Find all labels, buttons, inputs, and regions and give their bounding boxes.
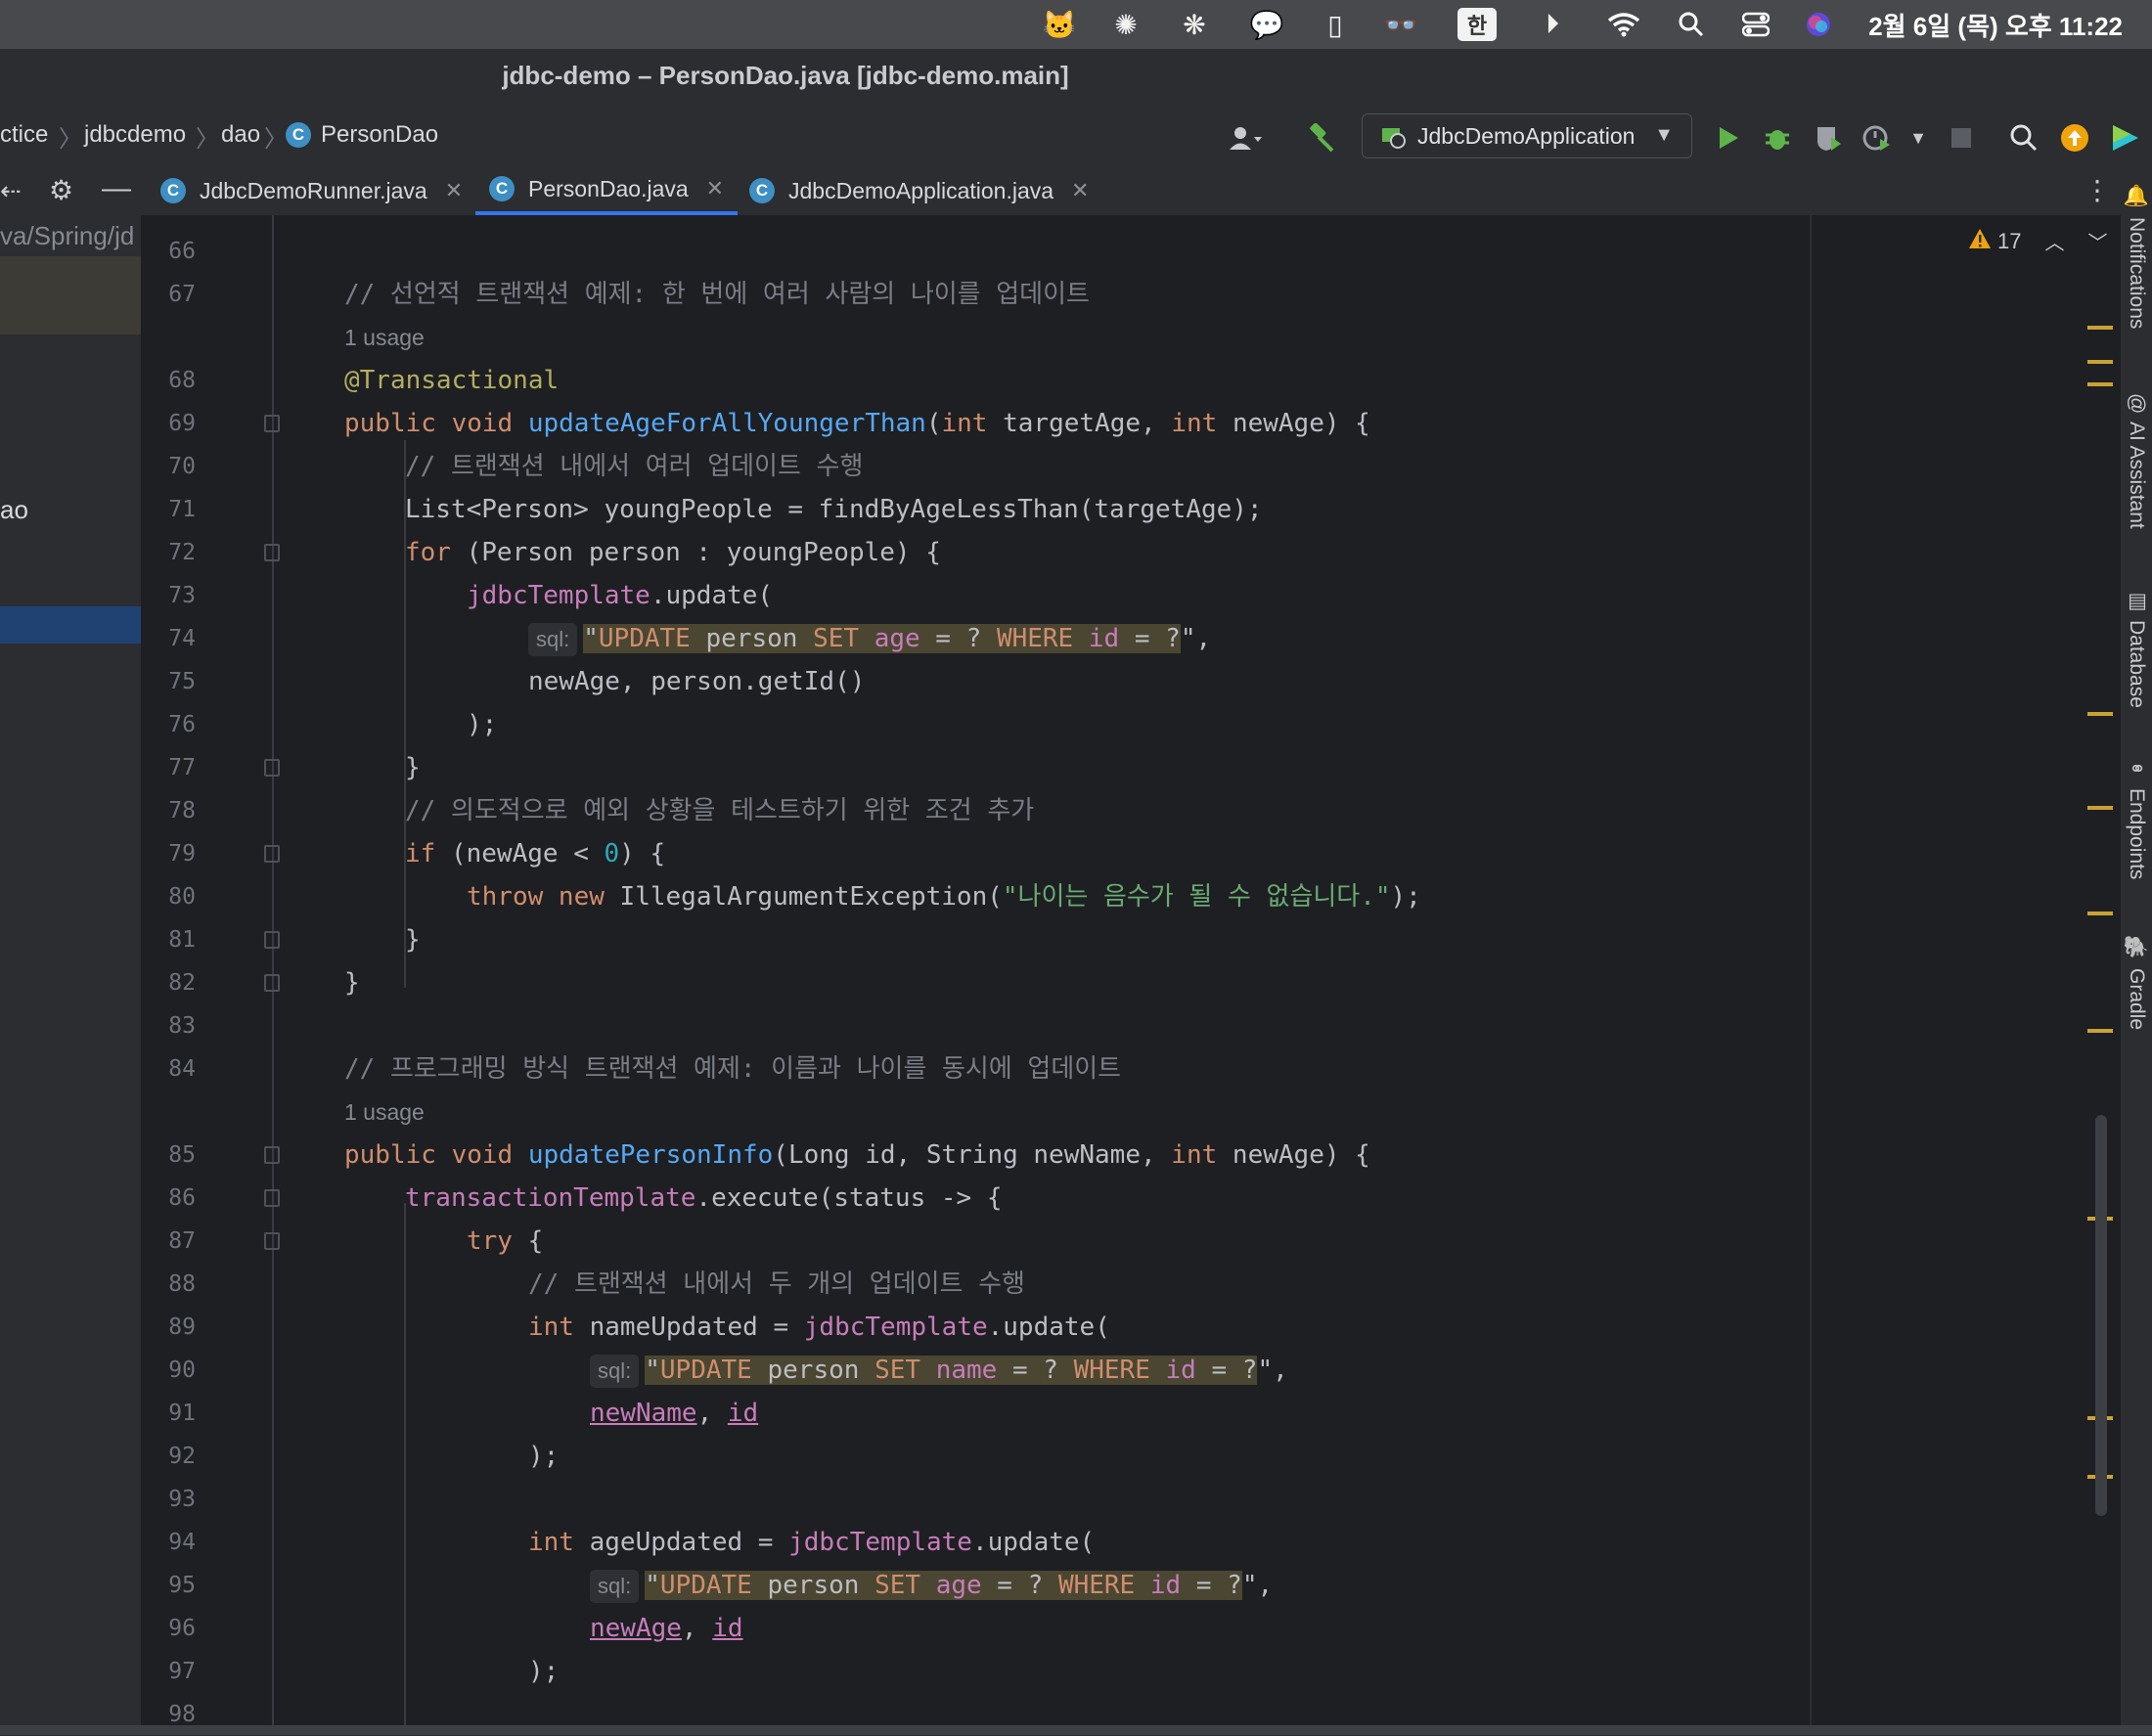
tab-label: JdbcDemoApplication.java [788,177,1054,203]
update-icon[interactable] [2058,121,2091,155]
tool-label: Endpoints [2126,788,2148,880]
warning-stripe-mark[interactable] [2087,360,2113,364]
database-icon: ▤ [2126,589,2148,612]
minimize-icon[interactable]: — [102,172,131,205]
tab-jdbcdemorunner[interactable]: C JdbcDemoRunner.java ✕ [160,166,463,215]
class-icon: C [489,176,515,201]
warning-icon [1968,228,1992,255]
close-icon[interactable]: ✕ [445,178,463,203]
spring-class-icon: C [749,178,775,203]
spring-app-icon [1380,124,1408,155]
build-hammer-icon[interactable] [1305,121,1338,155]
breadcrumb-item[interactable]: dao [221,121,260,149]
wifi-icon[interactable] [1604,8,1643,41]
code-editor[interactable] [288,215,2121,1725]
project-panel: va/Spring/jd ao [0,215,141,1735]
window-titlebar: jdbc-demo – PersonDao.java [jdbc-demo.ma… [0,49,2152,108]
stop-icon[interactable] [1945,121,1978,155]
run-configuration-selector[interactable]: JdbcDemoApplication ▼ [1362,113,1692,158]
warning-stripe-mark[interactable] [2087,326,2113,330]
macos-menubar: 🐱 ✺ ❋ 💬 ▯ 👓 한 ⏵ 2월 6일 (목) 오후 11:22 [0,0,2152,49]
project-path[interactable]: va/Spring/jd [0,221,134,251]
tool-label: AI Assistant [2126,422,2148,530]
tool-label: Database [2126,620,2148,708]
project-tree-item[interactable]: ao [0,495,28,525]
breadcrumb-item[interactable]: PersonDao [321,121,438,149]
run-configuration-label: JdbcDemoApplication [1417,123,1636,149]
gear-icon[interactable]: ⚙ [49,174,73,206]
chevron-down-icon: ▼ [1654,124,1674,146]
inspection-widget[interactable]: 17 ︿ ﹀ [1968,227,2107,255]
tool-ai-assistant[interactable]: @ AI Assistant [2121,393,2152,559]
note-icon[interactable]: ▯ [1319,8,1352,41]
line-number-gutter [141,215,288,1725]
ai-icon: @ [2126,393,2148,415]
close-icon[interactable]: ✕ [1071,178,1089,203]
search-icon[interactable] [2007,121,2040,155]
openai-icon[interactable]: ✺ [1109,8,1143,41]
debug-icon[interactable] [1761,121,1794,155]
right-tool-strip: 🔔 Notifications @ AI Assistant ▤ Database ⚭… [2121,166,2152,1735]
breadcrumb-separator: 〉 [196,126,219,153]
profiler-icon[interactable] [1861,121,1894,155]
warning-stripe-mark[interactable] [2087,382,2113,386]
tab-jdbcdemoapplication[interactable]: C JdbcDemoApplication.java ✕ [749,166,1089,215]
endpoints-icon: ⚭ [2126,757,2148,780]
more-run-options-icon[interactable]: ▼ [1902,121,1935,155]
spotlight-icon[interactable] [1675,8,1708,41]
class-icon: C [160,178,186,203]
warning-stripe-mark[interactable] [2087,806,2113,810]
previous-highlight-icon[interactable]: ︿ [2044,227,2064,255]
class-icon: C [286,119,311,148]
right-margin-guide [1810,215,1812,1725]
breadcrumb-item[interactable]: ctice [0,121,48,149]
next-highlight-icon[interactable]: ﹀ [2087,227,2107,255]
tool-label: Notifications [2126,216,2148,330]
gradle-icon: 🐘 [2126,935,2148,960]
tab-label: PersonDao.java [528,175,689,201]
window-title: jdbc-demo – PersonDao.java [jdbc-demo.ma… [502,61,1069,90]
menubar-clock[interactable]: 2월 6일 (목) 오후 11:22 [1868,7,2123,43]
breadcrumb-item[interactable]: jdbcdemo [84,121,186,149]
warning-stripe-mark[interactable] [2087,912,2113,915]
vcs-user-icon[interactable] [1229,121,1262,155]
breadcrumb-separator: 〉 [264,126,288,153]
more-tabs-icon[interactable]: ⋮ [2084,174,2111,206]
tab-label: JdbcDemoRunner.java [200,177,427,203]
breadcrumb-separator: 〉 [59,126,82,153]
warning-stripe-mark[interactable] [2087,1029,2113,1033]
input-source-icon[interactable]: 한 [1457,8,1497,41]
status-strip [0,1725,2152,1735]
tab-persondao[interactable]: C PersonDao.java ✕ [475,166,739,215]
bell-icon: 🔔 [2126,184,2148,209]
run-icon[interactable] [1712,121,1745,155]
tool-database[interactable]: ▤ Database [2121,589,2152,726]
tool-endpoints[interactable]: ⚭ Endpoints [2121,757,2152,904]
tool-label: Gradle [2126,967,2148,1030]
perplexity-icon[interactable]: ❋ [1178,8,1211,41]
control-center-icon[interactable] [1739,8,1772,41]
tool-notifications[interactable]: 🔔 Notifications [2121,184,2152,370]
navigation-bar: ctice 〉 jdbcdemo 〉 dao 〉 C PersonDao Jdb… [0,108,2152,166]
messages-icon[interactable]: 💬 [1250,8,1284,41]
ai-assistant-logo-icon[interactable] [2109,121,2142,155]
project-selected-row[interactable] [0,256,141,334]
coverage-icon[interactable] [1812,121,1845,155]
vertical-scrollbar-thumb[interactable] [2095,1115,2107,1516]
editor-tab-bar: ⇠ ⚙ — C JdbcDemoRunner.java ✕ C PersonDa… [0,166,2152,216]
warning-stripe-mark[interactable] [2087,712,2113,716]
collapse-arrow-icon[interactable]: ⇠ [0,176,22,206]
app-icon[interactable]: 🐱 [1043,8,1077,41]
warning-count: 17 [1997,228,2022,253]
tool-gradle[interactable]: 🐘 Gradle [2121,935,2152,1043]
project-highlight-row[interactable] [0,606,141,644]
siri-icon[interactable] [1802,8,1835,41]
glasses-icon[interactable]: 👓 [1379,8,1422,41]
play-icon[interactable]: ⏵ [1536,8,1569,41]
close-icon[interactable]: ✕ [706,176,724,201]
